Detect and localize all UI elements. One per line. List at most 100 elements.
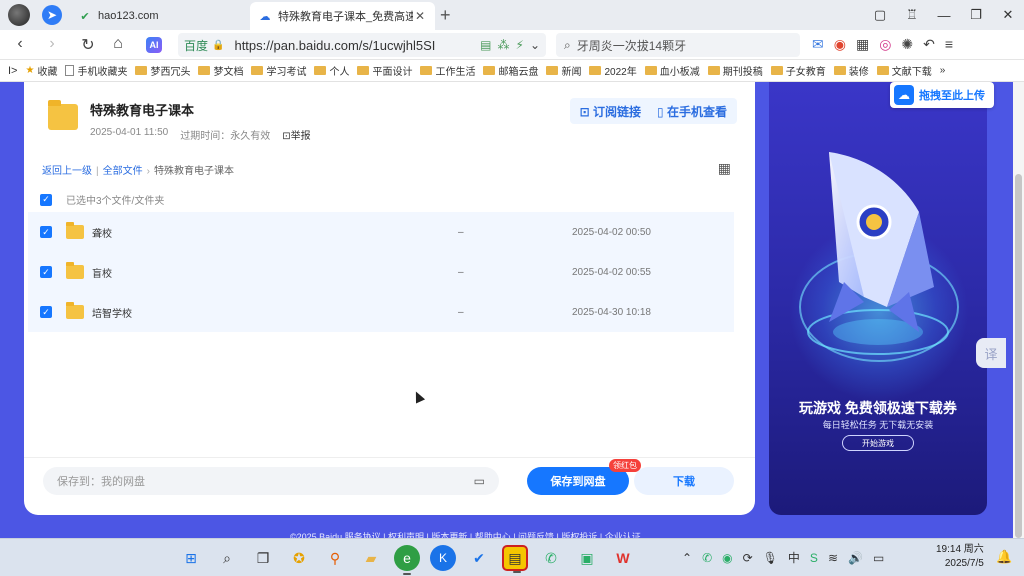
wechat-tray-icon[interactable]: ✆ <box>702 551 712 565</box>
bolt-icon[interactable]: ⚡ <box>516 38 524 52</box>
chevron-down-icon[interactable]: ⌄ <box>530 38 540 52</box>
check-app-icon[interactable]: ✔ <box>466 545 492 571</box>
browser-app-icon[interactable]: e <box>394 545 420 575</box>
chevron-up-icon[interactable]: ⌃ <box>682 551 692 565</box>
row-checkbox[interactable]: ✓ <box>40 266 52 278</box>
baidupan-favicon-icon: ☁ <box>259 10 271 23</box>
wechat-work-icon[interactable]: ▣ <box>574 545 600 571</box>
tab-hao123[interactable]: ✔ hao123.com <box>70 2 250 30</box>
close-tab-icon[interactable]: ✕ <box>413 9 427 23</box>
sogou-icon[interactable]: S <box>810 551 818 565</box>
subscribe-link[interactable]: ⊡ 订阅链接 <box>580 103 641 120</box>
sidebar-toggle-icon[interactable]: I> <box>8 65 17 77</box>
compass-icon[interactable]: ➤ <box>42 5 62 25</box>
save-location-field[interactable]: 保存到：我的网盘 ▭ <box>43 467 499 495</box>
wifi-icon[interactable]: ≋ <box>828 551 838 565</box>
tab-baidu-pan[interactable]: ☁ 特殊教育电子课本_免费高速下载 ✕ <box>250 2 435 30</box>
file-explorer-icon[interactable]: ▰ <box>358 545 384 571</box>
ad-start-button[interactable]: 开始游戏 <box>842 435 914 451</box>
row-checkbox[interactable]: ✓ <box>40 306 52 318</box>
maximize-icon[interactable]: ❐ <box>960 7 992 23</box>
search-text[interactable]: 牙周炎一次拔14颗牙 <box>577 37 686 54</box>
windows-start-icon[interactable]: ⊞ <box>178 545 204 571</box>
url-text[interactable]: https://pan.baidu.com/s/1ucwjhl5SI <box>234 38 474 53</box>
bookmark-item[interactable]: 个人 <box>314 63 349 78</box>
bookmark-item[interactable]: 血小板减 <box>644 63 700 78</box>
undo-icon[interactable]: ↶ <box>923 36 935 53</box>
home-icon[interactable]: ⌂ <box>108 35 128 53</box>
view-on-phone-link[interactable]: ▯ 在手机查看 <box>657 103 727 120</box>
drag-upload-pill[interactable]: ☁ 拖拽至此上传 <box>890 82 994 108</box>
forward-icon[interactable]: › <box>42 35 62 53</box>
bookmark-item[interactable]: 手机收藏夹 <box>65 63 127 78</box>
battery-icon[interactable]: ▭ <box>873 551 884 565</box>
breadcrumb-back[interactable]: 返回上一级 <box>42 166 92 177</box>
bookmark-item[interactable]: 2022年 <box>589 63 637 78</box>
wechat-icon[interactable]: ✆ <box>538 545 564 571</box>
back-icon[interactable]: ‹ <box>10 35 30 53</box>
ime-indicator[interactable]: 中 <box>788 549 800 566</box>
clock[interactable]: 19:14 周六 2025/7/5 <box>936 543 984 571</box>
magnifier-app-icon[interactable]: ⚲ <box>322 545 348 571</box>
row-checkbox[interactable]: ✓ <box>40 226 52 238</box>
green-app-tray-icon[interactable]: ◉ <box>722 551 732 565</box>
volume-icon[interactable]: 🔊 <box>848 551 863 565</box>
refresh-icon[interactable]: ↻ <box>78 35 98 55</box>
task-view-icon[interactable]: ❐ <box>250 545 276 571</box>
file-name[interactable]: 聋校 <box>92 225 112 240</box>
reader-icon[interactable]: ▤ <box>480 38 491 52</box>
weibo-icon[interactable]: ◉ <box>834 36 846 53</box>
address-bar[interactable]: 百度 🔒 https://pan.baidu.com/s/1ucwjhl5SI … <box>178 33 546 57</box>
more-bookmarks-icon[interactable]: » <box>940 65 946 76</box>
bookmark-item[interactable]: 新闻 <box>546 63 581 78</box>
search-box[interactable]: ⌕ 牙周炎一次拔14颗牙 <box>556 33 800 57</box>
file-row[interactable]: ✓ 培智学校 – 2025-04-30 10:18 <box>28 292 734 332</box>
wps-icon[interactable]: W <box>610 545 636 571</box>
search-icon[interactable]: ⌕ <box>214 545 240 571</box>
report-link[interactable]: ⊡举报 <box>282 127 310 142</box>
bookmark-item[interactable]: 邮箱云盘 <box>483 63 538 78</box>
file-row[interactable]: ✓ 聋校 – 2025-04-02 00:50 <box>28 212 734 252</box>
bookmark-favorites[interactable]: ★ 收藏 <box>25 63 57 78</box>
sticky-notes-icon[interactable]: ▤ <box>502 545 528 573</box>
bookmark-item[interactable]: 期刊投稿 <box>707 63 763 78</box>
mail-icon[interactable]: ✉ <box>812 36 824 53</box>
settings-icon[interactable]: ✺ <box>901 36 913 53</box>
bookmark-item[interactable]: 工作生活 <box>420 63 475 78</box>
apps-grid-icon[interactable]: ⁂ <box>498 38 510 52</box>
bookmark-item[interactable]: 子女教育 <box>770 63 826 78</box>
file-row[interactable]: ✓ 盲校 – 2025-04-02 00:55 <box>28 252 734 292</box>
breadcrumb-all-files[interactable]: 全部文件 <box>103 166 143 177</box>
bookmark-item[interactable]: 梦文档 <box>198 63 243 78</box>
bookmark-item[interactable]: 平面设计 <box>357 63 412 78</box>
select-all-checkbox[interactable]: ✓ <box>40 193 52 206</box>
scrollbar-thumb[interactable] <box>1015 174 1022 538</box>
shirt-icon[interactable]: ♖ <box>896 7 928 23</box>
apps-icon[interactable]: ▦ <box>856 36 869 53</box>
notification-bell-icon[interactable]: 🔔 <box>996 549 1012 565</box>
folder-picker-icon[interactable]: ▭ <box>474 474 485 488</box>
download-button[interactable]: 下载 <box>634 467 734 495</box>
bookmark-item[interactable]: 学习考试 <box>251 63 306 78</box>
file-name[interactable]: 培智学校 <box>92 305 132 320</box>
grid-view-icon[interactable]: ▦ <box>718 160 731 177</box>
game-icon[interactable]: ◎ <box>879 36 891 53</box>
ai-icon[interactable]: AI <box>146 37 162 53</box>
microphone-icon[interactable]: 🎙 <box>763 551 778 565</box>
ad-banner[interactable]: 玩游戏 免费领极速下载券 每日轻松任务 无下载无安装 开始游戏 <box>769 82 987 515</box>
minimize-icon[interactable]: — <box>928 8 960 23</box>
menu-icon[interactable]: ≡ <box>945 36 953 53</box>
scrollbar[interactable] <box>1013 82 1024 538</box>
medal-icon[interactable]: ✪ <box>286 545 312 571</box>
sync-tray-icon[interactable]: ⟳ <box>743 551 753 565</box>
profile-avatar[interactable] <box>8 4 30 26</box>
bookmark-item[interactable]: 梦西冗头 <box>135 63 190 78</box>
tab-count-icon[interactable]: ▢ <box>864 7 896 23</box>
new-tab-icon[interactable]: + <box>440 5 451 26</box>
translate-icon[interactable]: 译 <box>976 338 1006 368</box>
bookmark-item[interactable]: 文献下载 <box>876 63 932 78</box>
bookmark-item[interactable]: 装修 <box>833 63 869 78</box>
file-name[interactable]: 盲校 <box>92 265 112 280</box>
close-window-icon[interactable]: ✕ <box>992 7 1024 23</box>
k-app-icon[interactable]: K <box>430 545 456 571</box>
